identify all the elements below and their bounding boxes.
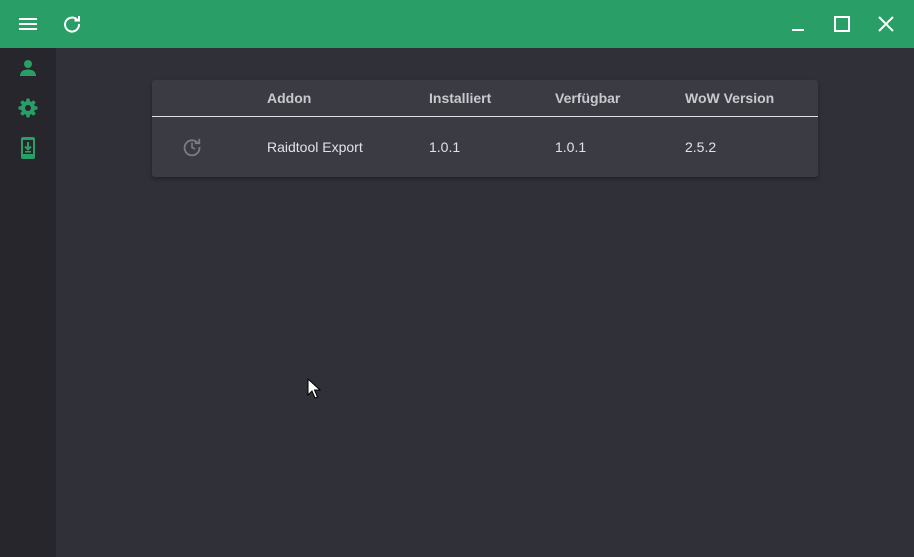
minimize-icon (792, 29, 804, 31)
main-content: Addon Installiert Verfügbar WoW Version … (56, 48, 914, 557)
update-button[interactable] (182, 137, 202, 157)
close-button[interactable] (870, 0, 902, 48)
cell-addon-name: Raidtool Export (267, 139, 363, 155)
sidebar (0, 48, 56, 557)
cell-installed-version: 1.0.1 (429, 139, 461, 155)
maximize-icon (834, 16, 850, 32)
sidebar-item-addons[interactable] (0, 128, 56, 168)
hamburger-menu-icon (19, 18, 37, 30)
addon-table: Addon Installiert Verfügbar WoW Version … (152, 80, 818, 177)
title-bar (0, 0, 914, 48)
menu-button[interactable] (12, 0, 44, 48)
cell-wow-version: 2.5.2 (685, 139, 717, 155)
maximize-button[interactable] (826, 0, 858, 48)
column-header-wow-version[interactable]: WoW Version (685, 90, 774, 106)
close-icon (878, 16, 894, 32)
update-icon (183, 138, 201, 157)
table-header: Addon Installiert Verfügbar WoW Version (152, 80, 818, 117)
table-row (152, 117, 818, 177)
cell-available-version: 1.0.1 (555, 139, 587, 155)
phone-download-icon (21, 137, 35, 159)
column-header-available[interactable]: Verfügbar (555, 90, 620, 106)
refresh-icon (64, 16, 81, 33)
gear-icon (18, 98, 38, 118)
refresh-button[interactable] (56, 0, 88, 48)
mouse-cursor-icon (307, 378, 321, 399)
sidebar-item-account[interactable] (0, 48, 56, 88)
sidebar-item-settings[interactable] (0, 88, 56, 128)
minimize-button[interactable] (782, 0, 814, 48)
column-header-addon[interactable]: Addon (267, 90, 311, 106)
column-header-installed[interactable]: Installiert (429, 90, 491, 106)
account-icon (20, 60, 36, 76)
